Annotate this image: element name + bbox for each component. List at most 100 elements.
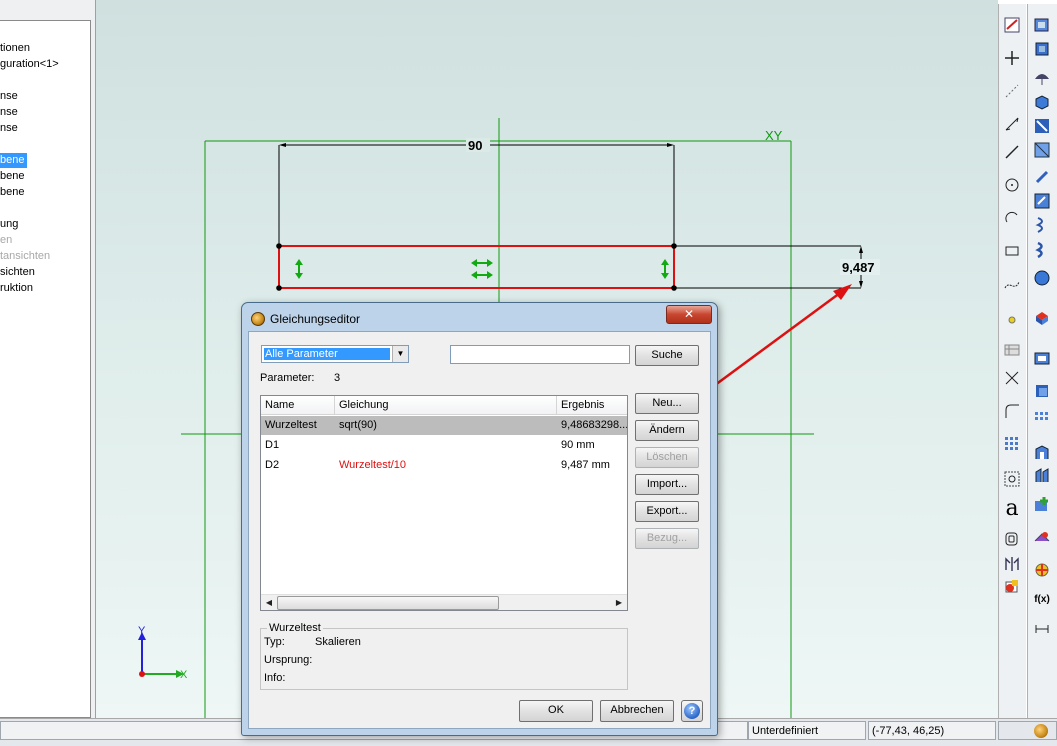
view-icon[interactable] xyxy=(1033,16,1051,34)
sketch-toolbar: a xyxy=(998,4,1026,718)
origin-label: Ursprung: xyxy=(264,654,313,666)
sketch-rectangle xyxy=(278,245,675,289)
row-name: Wurzeltest xyxy=(265,419,317,431)
sketch-icon[interactable] xyxy=(1003,16,1021,34)
chamfer-icon[interactable] xyxy=(1033,216,1051,234)
status-icon-area xyxy=(998,721,1057,740)
palette-icon[interactable] xyxy=(1033,495,1051,513)
constraint-icon[interactable] xyxy=(1003,470,1021,488)
table-row[interactable]: Wurzeltest sqrt(90) 9,48683298... xyxy=(261,416,628,435)
tree-item[interactable]: tionen xyxy=(0,41,30,56)
scroll-right-icon[interactable]: ▶ xyxy=(612,596,626,610)
cut-icon[interactable] xyxy=(1033,117,1051,135)
measure-icon[interactable] xyxy=(1033,560,1051,578)
point-plus-icon[interactable] xyxy=(1003,49,1021,67)
dimension-icon[interactable] xyxy=(1003,115,1021,133)
table-icon[interactable] xyxy=(1003,341,1021,359)
app-status-icon[interactable] xyxy=(1034,724,1048,738)
row-name: D2 xyxy=(265,459,280,471)
dialog-body: Alle Parameter ▼ Suche Parameter: 3 Name… xyxy=(248,331,711,729)
close-button[interactable]: ✕ xyxy=(666,305,712,324)
helix-icon[interactable] xyxy=(1033,168,1051,186)
umbrella-icon[interactable] xyxy=(1033,69,1051,87)
tree-item[interactable]: sichten xyxy=(0,265,35,280)
help-button[interactable]: ? xyxy=(681,700,703,722)
assembly-icon[interactable] xyxy=(1033,410,1051,428)
search-input[interactable] xyxy=(450,345,630,364)
circle-icon[interactable] xyxy=(1003,176,1021,194)
column-header-result[interactable]: Ergebnis xyxy=(557,396,627,415)
chevron-down-icon[interactable]: ▼ xyxy=(392,346,408,362)
sphere-icon[interactable] xyxy=(1033,241,1051,259)
parameter-table[interactable]: Name Gleichung Ergebnis Wurzeltest sqrt(… xyxy=(260,395,628,611)
column-header-equation[interactable]: Gleichung xyxy=(335,396,557,415)
cube-icon[interactable] xyxy=(1033,40,1051,58)
import-button[interactable]: Import... xyxy=(635,474,699,495)
row-name: D1 xyxy=(265,439,280,451)
tree-item[interactable]: bene xyxy=(0,185,24,200)
arc-icon[interactable] xyxy=(1003,209,1021,227)
function-icon[interactable]: f(x) xyxy=(1033,591,1051,609)
tree-item-disabled[interactable]: en xyxy=(0,233,12,248)
color-icon[interactable] xyxy=(1003,577,1021,595)
tree-item[interactable]: nse xyxy=(0,121,18,136)
feature-tree-panel: tionen guration<1> nse nse nse bene bene… xyxy=(0,20,91,718)
spring-icon[interactable] xyxy=(1033,192,1051,210)
dialog-title: Gleichungseditor xyxy=(270,312,361,326)
mirror-icon[interactable] xyxy=(1003,555,1021,573)
column-header-name[interactable]: Name xyxy=(261,396,335,415)
search-button[interactable]: Suche xyxy=(635,345,699,366)
tree-item[interactable]: guration<1> xyxy=(0,57,59,72)
reference-button[interactable]: Bezug... xyxy=(635,528,699,549)
bridge-icon[interactable] xyxy=(1033,382,1051,400)
parameter-filter-value: Alle Parameter xyxy=(264,348,390,360)
tree-item-disabled[interactable]: tansichten xyxy=(0,249,50,264)
parameter-filter-select[interactable]: Alle Parameter ▼ xyxy=(261,345,409,363)
point-icon[interactable] xyxy=(1003,311,1021,329)
table-row[interactable]: D1 90 mm xyxy=(261,436,627,455)
offset-icon[interactable] xyxy=(1003,530,1021,548)
frame-icon[interactable] xyxy=(1033,309,1051,327)
cancel-button[interactable]: Abbrechen xyxy=(600,700,674,722)
change-button[interactable]: Ändern xyxy=(635,420,699,441)
horizontal-scrollbar[interactable]: ◀ ▶ xyxy=(261,594,627,610)
delete-button[interactable]: Löschen xyxy=(635,447,699,468)
brush-icon[interactable] xyxy=(1033,467,1051,485)
split-icon[interactable] xyxy=(1033,141,1051,159)
axis-y-label: Y xyxy=(138,625,146,637)
dimension-lines xyxy=(278,144,862,289)
tree-item[interactable]: ruktion xyxy=(0,281,33,296)
tree-item[interactable]: nse xyxy=(0,105,18,120)
text-icon[interactable]: a xyxy=(1003,498,1021,520)
tree-item[interactable]: bene xyxy=(0,169,24,184)
tree-item-selected[interactable]: bene xyxy=(0,153,28,168)
construction-line-icon[interactable] xyxy=(1003,82,1021,100)
row-result: 9,487 mm xyxy=(561,459,610,471)
tree-item[interactable]: nse xyxy=(0,89,18,104)
settings-icon[interactable] xyxy=(1033,529,1051,547)
coordinate-axes xyxy=(138,632,184,678)
new-button[interactable]: Neu... xyxy=(635,393,699,414)
export-button[interactable]: Export... xyxy=(635,501,699,522)
pattern-icon[interactable] xyxy=(1003,435,1021,453)
sketch-state: Unterdefiniert xyxy=(748,721,866,740)
height-dimension[interactable]: 9,487 xyxy=(842,260,875,275)
trim-icon[interactable] xyxy=(1003,369,1021,387)
box-icon[interactable] xyxy=(1033,93,1051,111)
rectangle-icon[interactable] xyxy=(1003,242,1021,260)
fillet-icon[interactable] xyxy=(1003,402,1021,420)
scroll-thumb[interactable] xyxy=(277,596,499,610)
array-icon[interactable] xyxy=(1033,349,1051,367)
dimension-chain-icon[interactable] xyxy=(1033,620,1051,638)
width-dimension[interactable]: 90 xyxy=(468,138,482,153)
scroll-left-icon[interactable]: ◀ xyxy=(262,596,276,610)
tree-item[interactable]: ung xyxy=(0,217,18,232)
part-icon[interactable] xyxy=(1033,269,1051,287)
spline-icon[interactable] xyxy=(1003,276,1021,294)
ok-button[interactable]: OK xyxy=(519,700,593,722)
type-label: Typ: xyxy=(264,636,285,648)
gear-icon[interactable] xyxy=(1033,444,1051,462)
row-result: 9,48683298... xyxy=(561,419,628,431)
table-row[interactable]: D2 Wurzeltest/10 9,487 mm xyxy=(261,456,627,475)
line-icon[interactable] xyxy=(1003,143,1021,161)
